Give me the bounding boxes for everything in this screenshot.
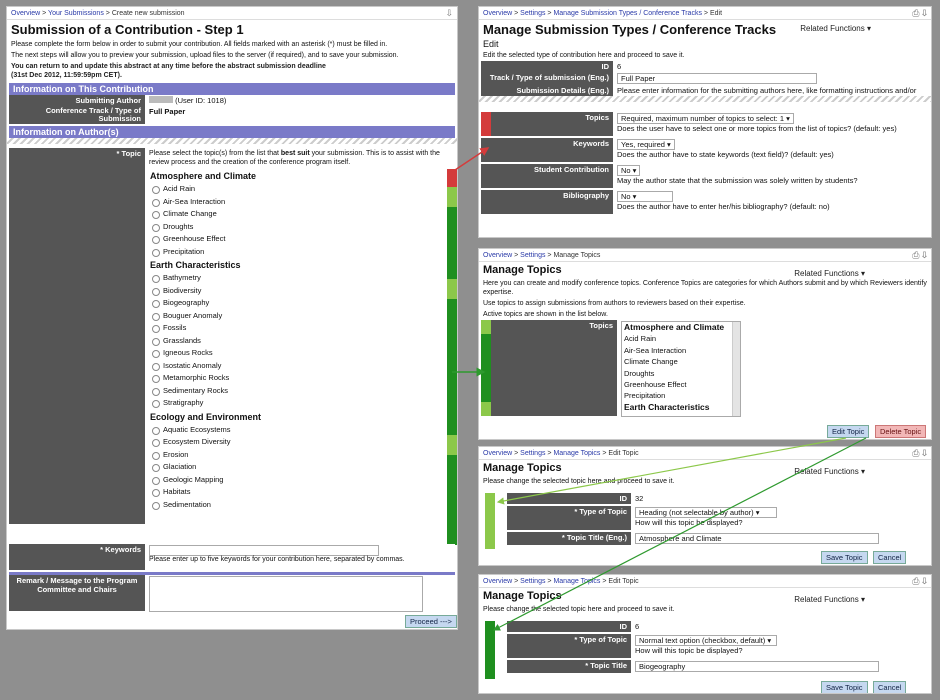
arrow-red [451,147,490,173]
arrow-lightgreen-heading [496,437,847,505]
arrow-green-normal [492,437,867,631]
connector-arrows [451,147,867,631]
